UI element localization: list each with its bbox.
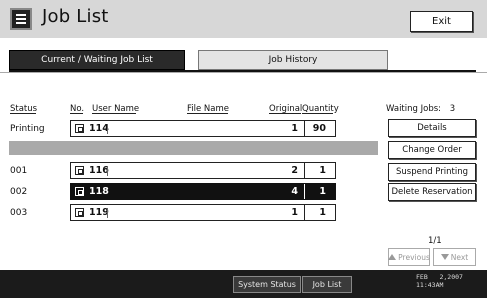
job-quantity: 1 (319, 207, 326, 218)
cell-divider (107, 124, 108, 134)
job-list-icon (10, 8, 32, 30)
job-list-button[interactable]: Job List (302, 276, 352, 293)
title-bar: Job List Exit (0, 0, 487, 38)
job-number: 118 (89, 186, 109, 197)
tab-job-history[interactable]: Job History (198, 50, 388, 70)
suspend-printing-button[interactable]: Suspend Printing (388, 163, 476, 181)
date-display: FEB 2,2007 (416, 273, 463, 281)
job-row[interactable]: 114 1 90 (70, 120, 336, 137)
original-cell: 4 (253, 184, 305, 199)
job-original: 1 (291, 123, 298, 134)
printing-separator-bar (9, 141, 378, 155)
triangle-up-icon (388, 254, 397, 260)
tab-current-waiting-job-list[interactable]: Current / Waiting Job List (9, 50, 185, 70)
document-icon (75, 124, 84, 133)
job-row[interactable]: 119 1 1 (70, 204, 336, 221)
system-status-button[interactable]: System Status (233, 276, 301, 293)
job-original: 1 (291, 207, 298, 218)
job-number: 116 (89, 165, 109, 176)
job-status-label: 002 (10, 187, 28, 197)
job-number: 119 (89, 207, 109, 218)
details-button[interactable]: Details (388, 119, 476, 137)
column-header-underline (302, 113, 333, 114)
job-quantity: 1 (319, 165, 326, 176)
change-order-button[interactable]: Change Order (388, 141, 476, 159)
job-quantity: 90 (312, 123, 326, 134)
original-cell: 2 (253, 163, 305, 178)
job-original: 2 (291, 165, 298, 176)
waiting-jobs: Waiting Jobs: 3 (386, 104, 455, 114)
job-original: 4 (291, 186, 298, 197)
job-number: 114 (89, 123, 109, 134)
page-indicator: 1/1 (428, 236, 442, 246)
next-button[interactable]: Next (433, 248, 476, 266)
column-header-underline (269, 113, 301, 114)
document-icon (75, 166, 84, 175)
page-title: Job List (42, 6, 109, 27)
job-status-label: 003 (10, 208, 28, 218)
job-status-label: Printing (10, 124, 45, 134)
waiting-jobs-label: Waiting Jobs: (386, 104, 442, 114)
previous-label: Previous (398, 252, 430, 262)
column-header-underline (92, 113, 136, 114)
waiting-jobs-count: 3 (449, 104, 456, 114)
time-display: 11:43AM (416, 281, 444, 289)
tab-divider-shadow (0, 72, 487, 73)
column-header-underline (10, 113, 36, 114)
previous-button[interactable]: Previous (388, 248, 430, 266)
original-cell: 1 (253, 205, 305, 220)
tab-strip: Current / Waiting Job List Job History (0, 38, 487, 72)
column-header-underline (187, 113, 228, 114)
next-label: Next (450, 252, 469, 262)
job-quantity: 1 (319, 186, 326, 197)
exit-button[interactable]: Exit (410, 11, 473, 32)
job-status-label: 001 (10, 166, 28, 176)
document-icon (75, 187, 84, 196)
job-row-selected[interactable]: 118 4 1 (70, 183, 336, 200)
original-cell: 1 (253, 121, 305, 136)
job-row[interactable]: 116 2 1 (70, 162, 336, 179)
triangle-down-icon (440, 254, 449, 260)
cell-divider (107, 208, 108, 218)
cell-divider (107, 166, 108, 176)
delete-reservation-button[interactable]: Delete Reservation (388, 183, 476, 201)
document-icon (75, 208, 84, 217)
date-time: FEB 2,2007 11:43AM (416, 273, 463, 289)
column-header-underline (70, 113, 83, 114)
